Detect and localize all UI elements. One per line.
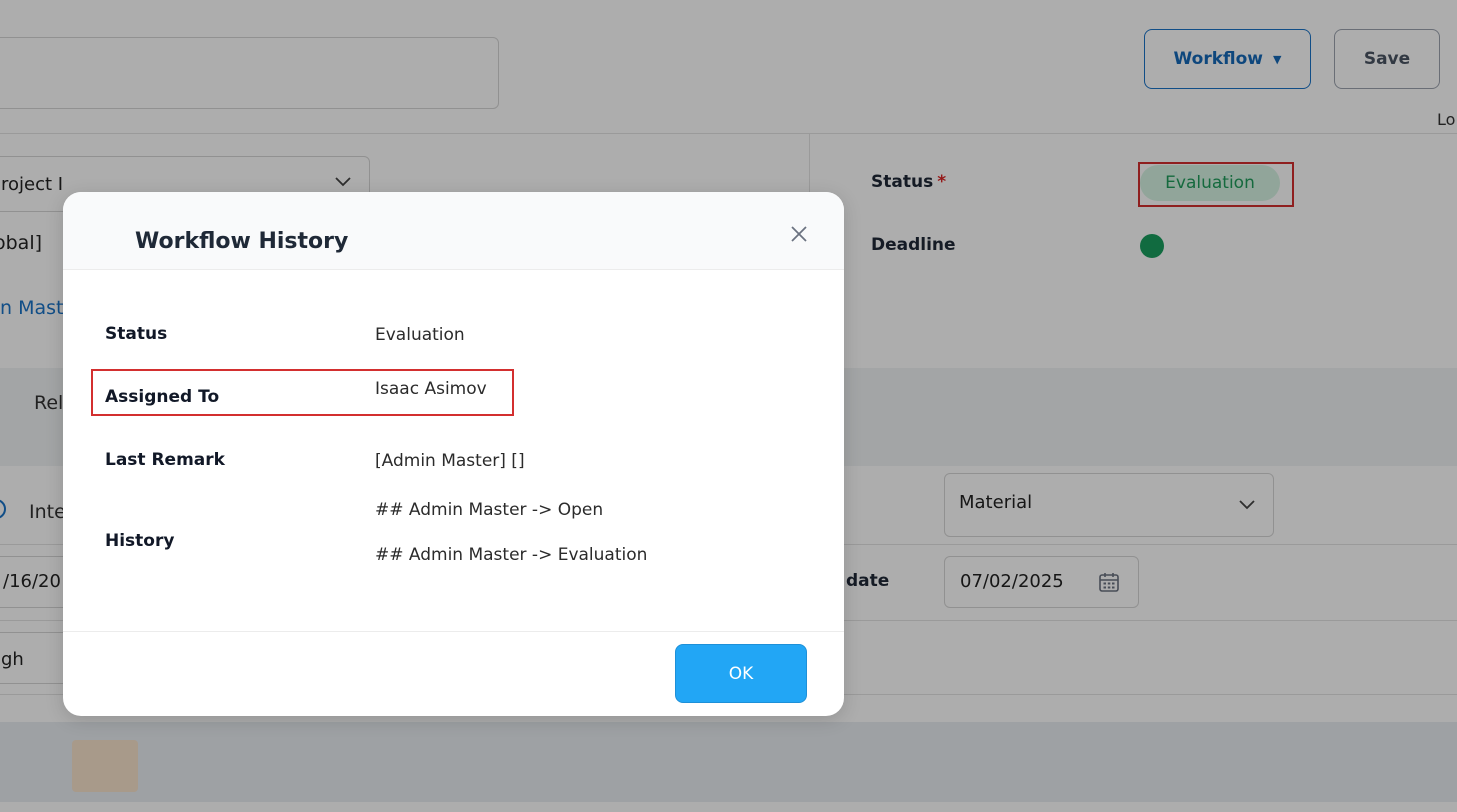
ok-button[interactable]: OK: [675, 644, 807, 703]
status-row-value: Evaluation: [375, 325, 465, 345]
dialog-title: Workflow History: [135, 229, 349, 254]
last-remark-label: Last Remark: [105, 450, 225, 470]
history-label: History: [105, 531, 175, 551]
last-remark-value: [Admin Master] []: [375, 451, 525, 471]
dialog-footer-divider: [63, 631, 844, 632]
workflow-history-dialog: Workflow History Status Evaluation Assig…: [63, 192, 844, 716]
assigned-to-highlight-box: [91, 369, 514, 416]
history-entry: ## Admin Master -> Open: [375, 500, 604, 520]
close-icon[interactable]: [787, 222, 811, 246]
dialog-header: Workflow History: [63, 192, 844, 270]
history-entry: ## Admin Master -> Evaluation: [375, 545, 648, 565]
status-row-label: Status: [105, 324, 168, 344]
